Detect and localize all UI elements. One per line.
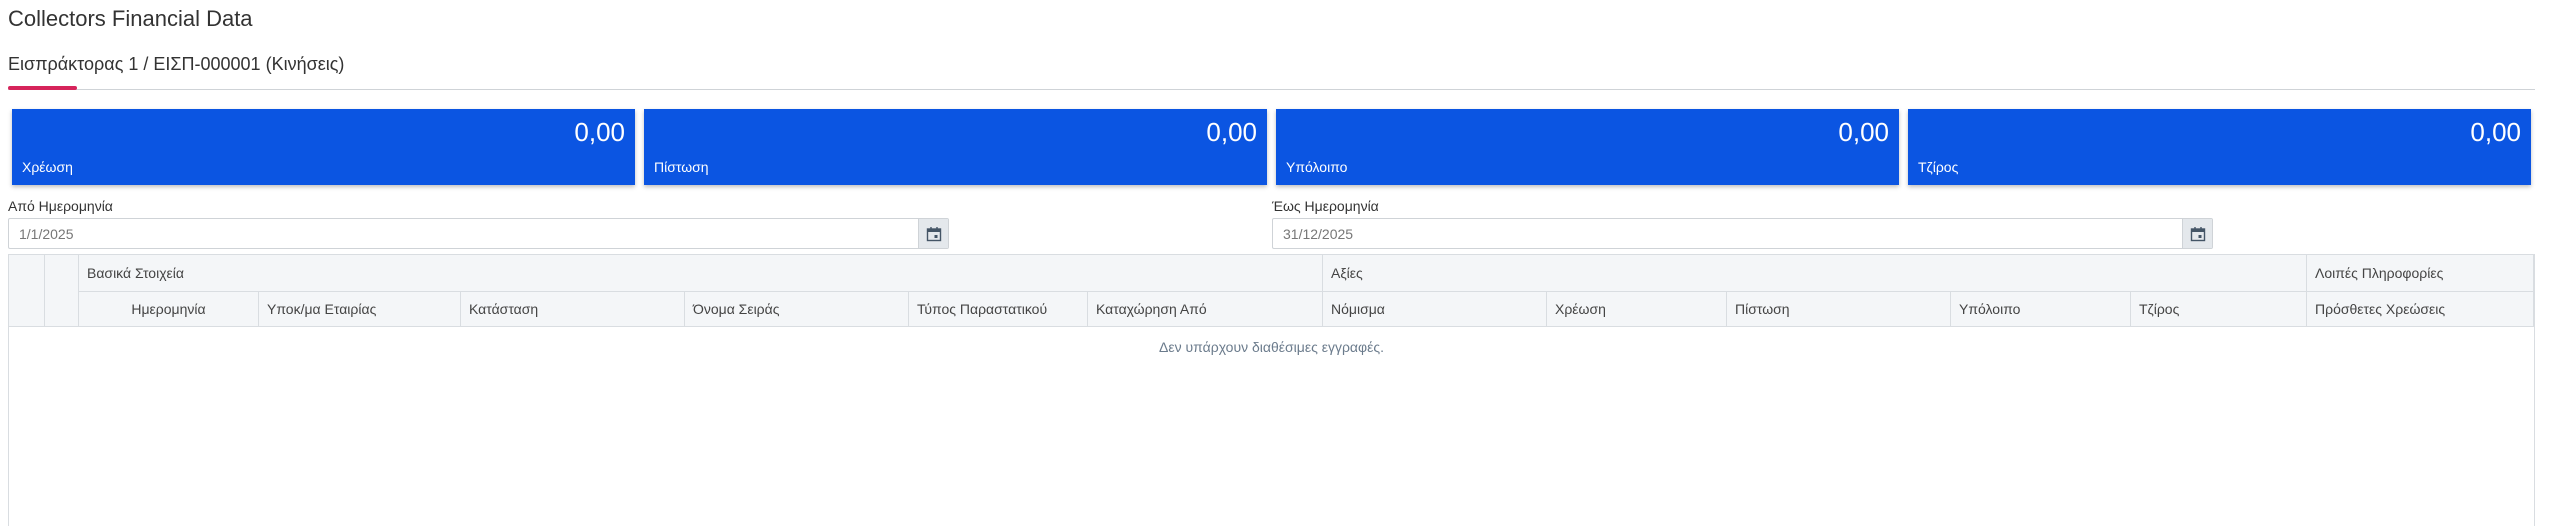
- credit-value: 0,00: [1206, 117, 1257, 147]
- from-date-group: Από Ημερομηνία: [8, 198, 949, 249]
- to-date-field: [1272, 218, 2213, 249]
- column-header-credit[interactable]: Πίστωση: [1727, 291, 1951, 327]
- balance-label: Υπόλοιπο: [1286, 159, 1348, 175]
- tab-collector-movements[interactable]: Εισπράκτορας 1 / ΕΙΣΠ-000001 (Κινήσεις): [8, 54, 344, 75]
- tab-bar: Εισπράκτορας 1 / ΕΙΣΠ-000001 (Κινήσεις): [8, 52, 2535, 90]
- to-date-input[interactable]: [1273, 219, 2182, 248]
- credit-card: 0,00 Πίστωση: [644, 109, 1267, 185]
- movements-grid: Βασικά Στοιχεία Αξίες Λοιπές Πληροφορίες…: [8, 254, 2535, 526]
- column-header-document-type[interactable]: Τύπος Παραστατικού: [909, 291, 1088, 327]
- summary-cards: 0,00 Χρέωση 0,00 Πίστωση 0,00 Υπόλοιπο 0…: [12, 109, 2532, 185]
- to-date-picker-button[interactable]: [2182, 219, 2212, 248]
- column-header-date[interactable]: Ημερομηνία: [79, 291, 259, 327]
- column-header-debit[interactable]: Χρέωση: [1547, 291, 1727, 327]
- column-header-currency[interactable]: Νόμισμα: [1323, 291, 1547, 327]
- group-header-values: Αξίες: [1323, 255, 2307, 291]
- column-header-status[interactable]: Κατάσταση: [461, 291, 685, 327]
- turnover-card: 0,00 Τζίρος: [1908, 109, 2531, 185]
- to-date-group: Έως Ημερομηνία: [1272, 198, 2213, 249]
- from-date-label: Από Ημερομηνία: [8, 198, 113, 214]
- from-date-picker-button[interactable]: [918, 219, 948, 248]
- group-header-basic: Βασικά Στοιχεία: [79, 255, 1323, 291]
- grid-header: Βασικά Στοιχεία Αξίες Λοιπές Πληροφορίες…: [9, 255, 2534, 327]
- page-title: Collectors Financial Data: [8, 6, 253, 31]
- active-tab-indicator: [8, 86, 77, 90]
- column-header-turnover[interactable]: Τζίρος: [2131, 291, 2307, 327]
- to-date-label: Έως Ημερομηνία: [1272, 198, 1379, 214]
- credit-label: Πίστωση: [654, 159, 709, 175]
- group-header-other: Λοιπές Πληροφορίες: [2307, 255, 2534, 291]
- calendar-icon: [2190, 226, 2205, 241]
- column-header-entered-by[interactable]: Καταχώρηση Από: [1088, 291, 1323, 327]
- column-header-extra-charges[interactable]: Πρόσθετες Χρεώσεις: [2307, 291, 2534, 327]
- from-date-field: [8, 218, 949, 249]
- balance-value: 0,00: [1838, 117, 1889, 147]
- column-header-series-name[interactable]: Όνομα Σειράς: [685, 291, 909, 327]
- select-column-header[interactable]: [9, 255, 45, 327]
- debit-label: Χρέωση: [22, 159, 73, 175]
- empty-state-message: Δεν υπάρχουν διαθέσιμες εγγραφές.: [1159, 339, 1384, 355]
- expand-column-header[interactable]: [45, 255, 79, 327]
- from-date-input[interactable]: [9, 219, 918, 248]
- column-header-company-branch[interactable]: Υποκ/μα Εταιρίας: [259, 291, 461, 327]
- debit-value: 0,00: [574, 117, 625, 147]
- calendar-icon: [926, 226, 941, 241]
- debit-card: 0,00 Χρέωση: [12, 109, 635, 185]
- balance-card: 0,00 Υπόλοιπο: [1276, 109, 1899, 185]
- turnover-value: 0,00: [2470, 117, 2521, 147]
- turnover-label: Τζίρος: [1918, 159, 1959, 175]
- column-header-balance[interactable]: Υπόλοιπο: [1951, 291, 2131, 327]
